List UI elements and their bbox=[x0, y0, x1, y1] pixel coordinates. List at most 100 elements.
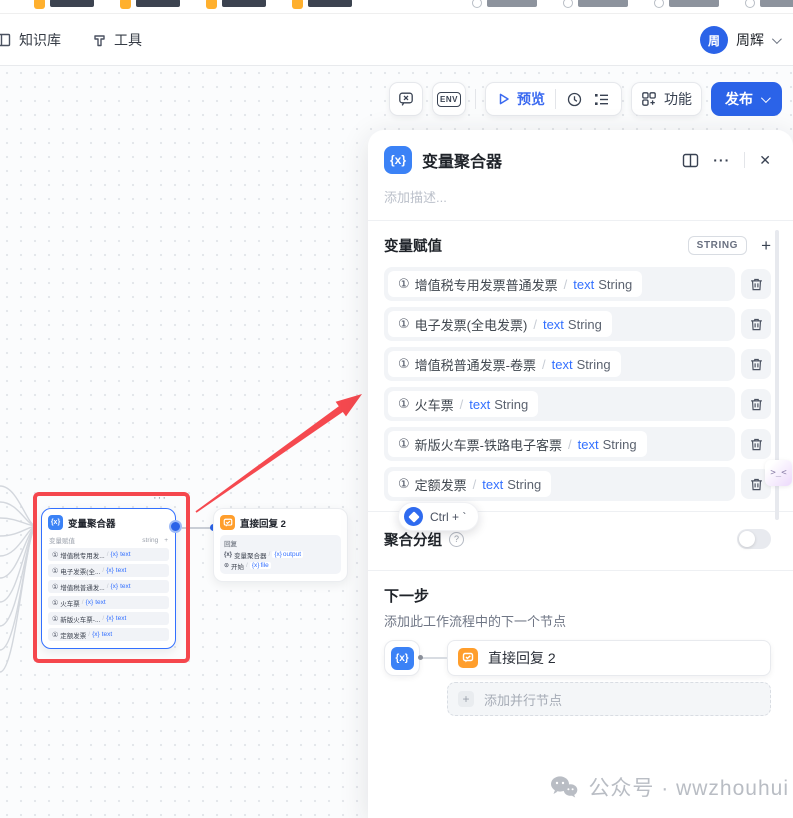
current-node-chip: {x} bbox=[384, 640, 420, 676]
checklist-icon[interactable] bbox=[593, 91, 610, 108]
app-header: 知识库 工具 周 周辉 bbox=[0, 14, 793, 66]
node-variable-row[interactable]: ①定额发票/{x}text bbox=[48, 628, 169, 641]
next-step-subtitle: 添加此工作流程中的下一个节点 bbox=[384, 611, 771, 630]
nav-tools[interactable]: 工具 bbox=[92, 14, 142, 66]
next-node-preview: {x} 直接回复 2 + 添加并行节点 bbox=[384, 640, 771, 716]
tab-text-clipped bbox=[50, 0, 94, 7]
node-variable-row[interactable]: ①新版火车票-.../{x}text bbox=[48, 612, 169, 625]
node-plus[interactable]: + bbox=[164, 537, 168, 544]
reply-ref-row[interactable]: {x}变量聚合器/{x}output bbox=[224, 549, 337, 560]
split-view-icon[interactable] bbox=[682, 153, 699, 168]
history-icon[interactable] bbox=[566, 91, 583, 108]
variable-type-icon: ① bbox=[52, 631, 58, 639]
direct-reply-icon bbox=[458, 648, 478, 668]
user-menu[interactable]: 周 周辉 bbox=[700, 14, 779, 66]
group-section-title: 聚合分组 bbox=[384, 529, 442, 550]
variable-aggregator-icon: {x} bbox=[48, 515, 63, 530]
variable-row[interactable]: ①火车票/textString bbox=[384, 387, 771, 421]
avatar: 周 bbox=[700, 26, 728, 54]
env-variables-button[interactable]: ENV bbox=[432, 82, 466, 116]
variable-row[interactable]: ①定额发票/textString bbox=[384, 467, 771, 501]
assistant-collapse-handle[interactable]: >_< bbox=[765, 460, 792, 486]
toolbar-divider bbox=[475, 89, 476, 109]
node-variable-row[interactable]: ①电子发票(全.../{x}text bbox=[48, 564, 169, 577]
clipped-tab[interactable] bbox=[563, 0, 628, 8]
reply-ref-row[interactable]: ⊙开始/{x}file bbox=[224, 560, 337, 571]
run-group: 预览 bbox=[485, 82, 622, 116]
group-toggle[interactable] bbox=[737, 529, 771, 549]
delete-row-button[interactable] bbox=[741, 389, 771, 419]
next-node-card[interactable]: 直接回复 2 bbox=[447, 640, 771, 676]
tab-icon bbox=[34, 0, 45, 9]
node-type-label: string bbox=[142, 537, 158, 544]
clipped-tab[interactable] bbox=[472, 0, 537, 8]
variable-type-icon: ① bbox=[398, 276, 410, 292]
delete-row-button[interactable] bbox=[741, 309, 771, 339]
book-icon bbox=[0, 32, 12, 48]
node-variable-row[interactable]: ①增值税专用发.../{x}text bbox=[48, 548, 169, 561]
reply-section-label: 回复 bbox=[224, 538, 337, 548]
node-variable-row[interactable]: ①火车票/{x}text bbox=[48, 596, 169, 609]
comment-button[interactable] bbox=[389, 82, 423, 116]
tab-icon bbox=[120, 0, 131, 9]
delete-row-button[interactable] bbox=[741, 349, 771, 379]
add-parallel-node-button[interactable]: + 添加并行节点 bbox=[447, 682, 771, 716]
nav-knowledge-base[interactable]: 知识库 bbox=[0, 14, 61, 66]
clipped-tab[interactable] bbox=[120, 0, 180, 9]
node-variable-row[interactable]: ①增值税普通发.../{x}text bbox=[48, 580, 169, 593]
group-divider bbox=[555, 89, 556, 109]
aggregator-node[interactable]: {x} 变量聚合器 变量赋值 string + ①增值税专用发.../{x}tex… bbox=[41, 508, 176, 649]
help-icon[interactable]: ? bbox=[449, 532, 464, 547]
variable-row[interactable]: ①新版火车票-铁路电子客票/textString bbox=[384, 427, 771, 461]
variable-type-icon: ① bbox=[398, 436, 410, 452]
node-menu-dots[interactable]: ··· bbox=[153, 492, 167, 504]
shortcut-label: Ctrl + ` bbox=[430, 510, 466, 524]
node-title: 变量聚合器 bbox=[68, 516, 116, 530]
x-bracket-icon: {x} bbox=[224, 552, 232, 558]
tab-icon bbox=[472, 0, 482, 8]
clipped-tab[interactable] bbox=[745, 0, 793, 8]
variable-row[interactable]: ①增值税专用发票普通发票/textString bbox=[384, 267, 771, 301]
next-node-label: 直接回复 2 bbox=[488, 648, 556, 668]
tab-icon bbox=[745, 0, 755, 8]
tab-text-clipped bbox=[760, 0, 793, 7]
canvas-toolbar: ENV 预览 功能 发布 bbox=[389, 82, 782, 116]
tab-icon bbox=[654, 0, 664, 8]
variable-row[interactable]: ①增值税普通发票-卷票/textString bbox=[384, 347, 771, 381]
node-section-label: 变量赋值 bbox=[49, 535, 75, 545]
delete-row-button[interactable] bbox=[741, 269, 771, 299]
clipped-tab[interactable] bbox=[292, 0, 352, 9]
variable-type-icon: ① bbox=[52, 615, 58, 623]
clipped-tab[interactable] bbox=[654, 0, 719, 8]
features-grid-icon bbox=[641, 91, 657, 107]
description-placeholder[interactable]: 添加描述... bbox=[384, 187, 771, 206]
assign-section-title: 变量赋值 bbox=[384, 235, 688, 256]
node-config-panel: {x} 变量聚合器 ··· ✕ 添加描述... 变量赋值 STRING + ①增… bbox=[368, 130, 793, 818]
output-port[interactable] bbox=[169, 520, 182, 533]
variable-type-icon: ① bbox=[398, 396, 410, 412]
variable-row[interactable]: ①电子发票(全电发票)/textString bbox=[384, 307, 771, 341]
publish-button[interactable]: 发布 bbox=[711, 82, 782, 116]
user-name: 周辉 bbox=[736, 30, 764, 50]
close-icon[interactable]: ✕ bbox=[759, 152, 771, 169]
more-icon[interactable]: ··· bbox=[713, 152, 730, 168]
delete-row-button[interactable] bbox=[741, 429, 771, 459]
env-icon: ENV bbox=[437, 92, 461, 107]
preview-connector bbox=[420, 640, 447, 676]
assistant-shortcut-pill[interactable]: Ctrl + ` bbox=[398, 502, 479, 531]
clipped-tab[interactable] bbox=[34, 0, 94, 9]
variable-aggregator-icon: {x} bbox=[391, 647, 414, 670]
header-divider bbox=[744, 152, 745, 168]
preview-button[interactable]: 预览 bbox=[497, 89, 545, 109]
variable-type-icon: ① bbox=[398, 316, 410, 332]
tab-text-clipped bbox=[669, 0, 719, 7]
hammer-icon bbox=[92, 33, 107, 48]
direct-reply-node[interactable]: 直接回复 2 回复 {x}变量聚合器/{x}output ⊙开始/{x}file bbox=[213, 508, 348, 582]
variable-type-icon: ① bbox=[398, 476, 410, 492]
add-variable-button[interactable]: + bbox=[761, 237, 771, 254]
clipped-tab[interactable] bbox=[206, 0, 266, 9]
features-button[interactable]: 功能 bbox=[631, 82, 702, 116]
watermark: 公众号 · wwzhouhui bbox=[368, 772, 793, 802]
plus-icon: + bbox=[458, 691, 474, 707]
variable-aggregator-icon: {x} bbox=[384, 146, 412, 174]
